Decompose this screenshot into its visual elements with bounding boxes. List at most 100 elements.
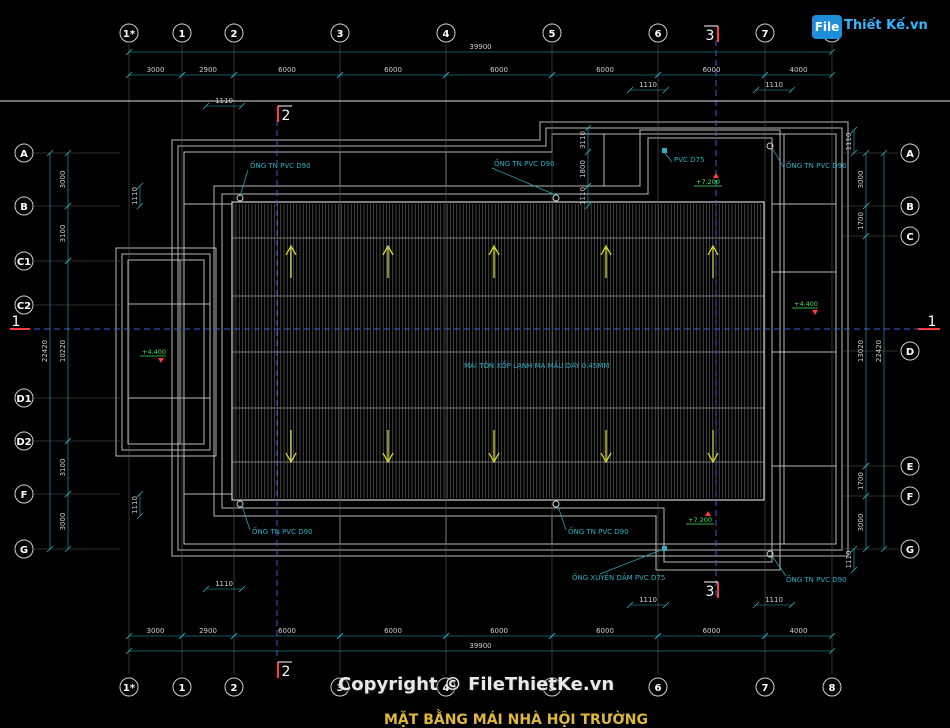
dimension-text: 3000 — [147, 66, 165, 74]
dimension-text: 6000 — [596, 627, 614, 635]
dimension-text: 1110 — [639, 596, 657, 604]
axis-bubble-label: F — [907, 492, 914, 503]
cad-drawing-canvas: 3000 2900 6000 6000 6000 6000 6000 4000 39900 300… — [0, 0, 950, 728]
section-cut-label: 2 — [282, 664, 291, 680]
dimension-text: 6000 — [278, 627, 296, 635]
axis-bubble-label: C — [906, 232, 913, 243]
level-mark: +4.400 — [142, 348, 166, 356]
dimension-text: 22420 — [875, 340, 883, 362]
dimension-text: 6000 — [703, 66, 721, 74]
slope-arrows — [285, 244, 719, 464]
section-cut-label: 3 — [706, 584, 715, 600]
dimension-text: 10220 — [59, 340, 67, 362]
dimension-text: 6000 — [596, 66, 614, 74]
axis-bubble-label: G — [906, 545, 914, 556]
axis-bubble-label: 3 — [337, 29, 344, 40]
dimension-text: 1700 — [857, 212, 865, 230]
dimension-text: 6000 — [384, 627, 402, 635]
axis-bubble-label: 8 — [829, 683, 836, 694]
roof-plan-drawing: 3000 2900 6000 6000 6000 6000 6000 4000 39900 300… — [0, 23, 950, 697]
dimension-text: 1110 — [845, 551, 853, 569]
gutter-outer — [213, 129, 781, 571]
dimension-text: 1110 — [845, 133, 853, 151]
section-cut-label: 1 — [12, 314, 21, 330]
level-mark: +7.200 — [696, 178, 720, 186]
dimension-text: 6000 — [490, 627, 508, 635]
axis-bubble-label: 2 — [231, 29, 238, 40]
axis-bubbles-layer: 1*1*1122334455667788ABC1C2D1D2FGABCDEFG — [14, 23, 920, 697]
leader-line — [491, 167, 559, 197]
dimension-text: 1700 — [857, 472, 865, 490]
leader-line — [771, 555, 787, 577]
axis-bubble-label: 7 — [762, 683, 769, 694]
section-cut-label: 3 — [706, 28, 715, 44]
axis-bubble-label: C1 — [17, 257, 31, 268]
axis-bubble-label: 1* — [123, 683, 136, 694]
axis-bubble-label: 1 — [179, 683, 186, 694]
level-triangle — [713, 173, 719, 178]
dimension-text: 3100 — [59, 225, 67, 243]
copyright-watermark: Copyright © FileThietKe.vn — [338, 674, 615, 695]
roof-material-label: MÁI TÔN XỐP LẠNH MẠ MẦU DÀY 0.45MM — [464, 360, 609, 370]
dimension-text: 3100 — [59, 459, 67, 477]
axis-bubble-label: B — [20, 202, 28, 213]
level-mark: +4.400 — [794, 300, 818, 308]
dimension-text: 39900 — [469, 642, 491, 650]
pipe-label: ỐNG TN PVC D90 — [786, 574, 847, 584]
dimension-text: 6000 — [490, 66, 508, 74]
drawing-title: MẶT BẰNG MÁI NHÀ HỘI TRƯỜNG — [384, 712, 648, 728]
axis-bubble-label: 5 — [549, 29, 556, 40]
pipe-label: ỐNG TN PVC D90 — [252, 526, 313, 536]
dimension-text: 3000 — [857, 171, 865, 189]
pipe-label: PVC D75 — [674, 156, 704, 164]
dimension-text: 13020 — [857, 340, 865, 362]
dimension-text: 3110 — [579, 131, 587, 149]
dimension-text: 1110 — [579, 187, 587, 205]
axis-bubble-label: 7 — [762, 29, 769, 40]
axis-bubble-label: 1 — [179, 29, 186, 40]
axis-bubble-label: D2 — [16, 437, 31, 448]
section-cut-label: 1 — [928, 314, 937, 330]
axis-bubble-label: D — [906, 347, 914, 358]
axis-bubble-label: E — [907, 462, 914, 473]
axis-bubble-label: A — [20, 149, 28, 160]
pipe-marker — [662, 148, 667, 153]
dimension-text: 3000 — [857, 514, 865, 532]
dimension-text: 1110 — [131, 496, 139, 514]
dimension-text: 1110 — [765, 81, 783, 89]
axis-bubble-label: G — [20, 545, 28, 556]
axis-bubble-label: 2 — [231, 683, 238, 694]
axis-bubble-label: 4 — [443, 29, 450, 40]
dimension-text: 6000 — [278, 66, 296, 74]
axis-bubble-label: C2 — [17, 301, 31, 312]
dimension-text: 1110 — [215, 580, 233, 588]
section-cut-label: 2 — [282, 108, 291, 124]
dimension-text: 4000 — [790, 66, 808, 74]
dimension-text: 1110 — [215, 97, 233, 105]
leader-line — [241, 505, 251, 531]
level-triangle — [705, 511, 711, 516]
axis-bubble-label: B — [906, 202, 914, 213]
site-logo: File Thiết Kế.vn — [812, 10, 928, 44]
dimension-text: 39900 — [469, 43, 491, 51]
leader-line — [771, 147, 785, 169]
dimension-text: 3000 — [147, 627, 165, 635]
axis-bubble-label: A — [906, 149, 914, 160]
dimension-text: 2900 — [199, 66, 217, 74]
axis-bubble-label: F — [21, 490, 28, 501]
dimension-text: 6000 — [384, 66, 402, 74]
leader-line — [239, 169, 249, 197]
pipe-label: ỐNG TN PVC D90 — [250, 160, 311, 170]
dimension-text: 1110 — [131, 187, 139, 205]
outer-wall-line — [171, 121, 849, 557]
pipe-label: ỐNG XUYÊN DẦM PVC D75 — [572, 572, 665, 582]
leader-line — [557, 505, 567, 531]
logo-text: Thiết Kế.vn — [844, 18, 928, 33]
dimension-text: 1800 — [579, 160, 587, 178]
pipe-marker — [662, 546, 667, 551]
pipe-label: ỐNG TN PVC D90 — [494, 158, 555, 168]
axis-bubble-label: 6 — [655, 683, 662, 694]
pipe-label: ỐNG TN PVC D90 — [568, 526, 629, 536]
axis-bubble-label: D1 — [16, 394, 31, 405]
pipe-label: ỐNG TN PVC D90 — [786, 160, 847, 170]
